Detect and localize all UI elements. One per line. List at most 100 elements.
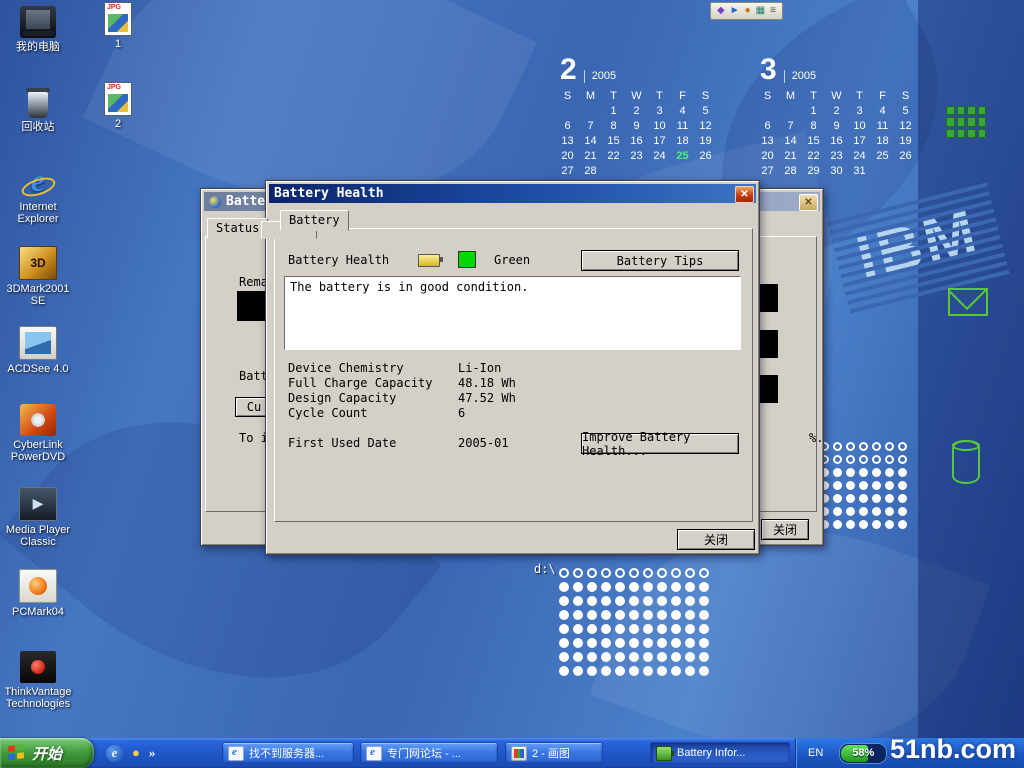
calendar-day: 7 [779, 119, 802, 134]
dot [657, 652, 667, 662]
dialog-close-icon[interactable]: ✕ [735, 186, 754, 203]
calendar-day: 18 [871, 134, 894, 149]
dot [685, 666, 695, 676]
dot [885, 442, 894, 451]
battery-health-label: Battery Health [288, 253, 389, 267]
dot [685, 624, 695, 634]
calendar-day: 27 [556, 164, 579, 179]
dot [671, 666, 681, 676]
calendar-day: 22 [602, 149, 625, 164]
desktop-icon-my-computer[interactable]: 我的电脑 [1, 6, 75, 53]
calendar-day [871, 164, 894, 179]
pen-icon[interactable]: ● [745, 6, 751, 16]
desktop-icon-internet-explorer[interactable]: Internet Explorer [1, 166, 75, 225]
bgwin-close-icon[interactable]: ✕ [799, 194, 818, 211]
jpg-file-icon [104, 82, 132, 116]
speaker-icon[interactable]: ► [730, 6, 740, 16]
ie-icon [20, 166, 56, 198]
desktop-icon-3dmark2001-se[interactable]: 3DMark2001 SE [1, 246, 75, 307]
dialog-titlebar[interactable]: Battery Health ✕ [269, 184, 756, 203]
recycle-icon [20, 86, 56, 118]
calendar-day: 1 [802, 104, 825, 119]
ie-quick-icon[interactable]: e [106, 745, 123, 762]
app-quick-icon[interactable]: ● [132, 745, 140, 761]
dialog-title: Battery Health [274, 186, 384, 201]
file-icon-2[interactable]: 2 [92, 82, 144, 130]
dot [885, 520, 894, 529]
battery-field: Cycle Count6 [288, 406, 728, 421]
dot [846, 494, 855, 503]
desktop-icon-thinkvantage[interactable]: ThinkVantage Technologies [1, 651, 75, 710]
battery-tips-button[interactable]: Battery Tips [581, 250, 739, 271]
calendar-day: 2 [825, 104, 848, 119]
grid-icon[interactable]: ▦ [756, 6, 765, 16]
calendar-day: 25 [871, 149, 894, 164]
calendar-day: 9 [625, 119, 648, 134]
desktop-icon-cyberlink-powerdvd[interactable]: CyberLink PowerDVD [1, 404, 75, 463]
dot [833, 520, 842, 529]
language-indicator[interactable]: EN [808, 747, 823, 759]
dot [657, 638, 667, 648]
desktop-icon-pcmark04[interactable]: PCMark04 [1, 569, 75, 618]
calendar-day: 17 [648, 134, 671, 149]
menu-icon[interactable]: ≡ [770, 6, 776, 16]
taskbar-item[interactable]: 专门网论坛 - ... [360, 742, 498, 764]
floating-toolbar[interactable]: ◆ ► ● ▦ ≡ [710, 2, 783, 20]
calendar-day: 6 [556, 119, 579, 134]
dots-pattern [818, 440, 909, 531]
tab-battery[interactable]: Battery [280, 210, 349, 231]
taskbar-item[interactable]: 2 - 画图 [505, 742, 603, 764]
dot [601, 610, 611, 620]
more-icon[interactable]: » [149, 745, 156, 761]
calendar-day [556, 104, 579, 119]
dot [629, 610, 639, 620]
battery-health-dialog[interactable]: Battery Health ✕ Battery Battery Health … [265, 180, 760, 555]
dot [671, 652, 681, 662]
start-button[interactable]: 开始 [0, 738, 94, 768]
drive-label: d:\ [534, 562, 556, 576]
tab-status[interactable]: Status [207, 218, 268, 239]
dots-row [818, 440, 909, 453]
dot [872, 455, 881, 464]
calendar-day-headers: SMTWTFS [756, 89, 920, 104]
dot [629, 568, 639, 578]
taskbar-item[interactable]: 找不到服务器... [222, 742, 354, 764]
jpg-file-icon [104, 2, 132, 36]
file-icon-1[interactable]: 1 [92, 2, 144, 50]
improve-battery-health-button[interactable]: Improve Battery Health... [581, 433, 739, 454]
dot [671, 568, 681, 578]
calendar-week: 12345 [556, 104, 720, 119]
eject-icon[interactable]: ◆ [717, 6, 725, 16]
calendar-day: 11 [871, 119, 894, 134]
day-header: S [894, 89, 917, 104]
dot [685, 610, 695, 620]
dot [601, 582, 611, 592]
calendar-day [579, 104, 602, 119]
dots-row [557, 566, 711, 580]
battery-field: Device ChemistryLi-Ion [288, 361, 728, 376]
dot [559, 568, 569, 578]
dot [615, 666, 625, 676]
calendar-day: 24 [848, 149, 871, 164]
dot [859, 494, 868, 503]
dialog-close-button[interactable]: 关闭 [677, 529, 755, 550]
dot [615, 568, 625, 578]
calendar-day [694, 164, 717, 179]
desktop-icon-media-player-classic[interactable]: Media Player Classic [1, 487, 75, 548]
dot [587, 596, 597, 606]
dot [629, 638, 639, 648]
taskbar-item[interactable]: Battery Infor... [650, 742, 790, 764]
calendar-2-2005: 22005SMTWTFS1234567891011121314151617181… [556, 56, 720, 179]
dot [587, 638, 597, 648]
bgwin-close-button[interactable]: 关闭 [761, 519, 809, 540]
dots-row [557, 608, 711, 622]
calendar-day [779, 104, 802, 119]
dot [657, 582, 667, 592]
calendar-day: 19 [894, 134, 917, 149]
dot [685, 582, 695, 592]
dots-row [557, 636, 711, 650]
desktop-icon-acdsee[interactable]: ACDSee 4.0 [1, 326, 75, 375]
powerdvd-icon [20, 404, 56, 436]
desktop-icon-recycle-bin[interactable]: 回收站 [1, 86, 75, 133]
tray-battery-indicator[interactable]: 58% [839, 743, 887, 764]
